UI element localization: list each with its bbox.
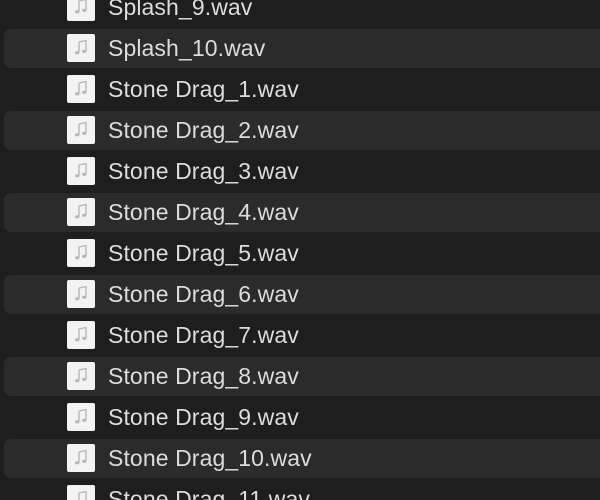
- file-list: Splash_9.wav Splash_10.wav Stone Drag_1.…: [0, 0, 600, 500]
- file-row[interactable]: Stone Drag_9.wav: [0, 397, 600, 438]
- file-row[interactable]: Splash_10.wav: [0, 28, 600, 69]
- file-row[interactable]: Stone Drag_3.wav: [0, 151, 600, 192]
- audio-file-icon: [67, 485, 95, 500]
- file-row[interactable]: Stone Drag_2.wav: [0, 110, 600, 151]
- file-name: Stone Drag_9.wav: [108, 404, 299, 430]
- audio-file-icon: [67, 116, 95, 144]
- file-row[interactable]: Stone Drag_7.wav: [0, 315, 600, 356]
- audio-file-icon: [67, 239, 95, 267]
- file-row[interactable]: Splash_9.wav: [0, 0, 600, 28]
- file-row[interactable]: Stone Drag_1.wav: [0, 69, 600, 110]
- file-name: Stone Drag_3.wav: [108, 158, 299, 184]
- file-row[interactable]: Stone Drag_6.wav: [0, 274, 600, 315]
- audio-file-icon: [67, 34, 95, 62]
- file-name: Stone Drag_8.wav: [108, 363, 299, 389]
- audio-file-icon: [67, 444, 95, 472]
- file-name: Stone Drag_5.wav: [108, 240, 299, 266]
- audio-file-icon: [67, 280, 95, 308]
- audio-file-icon: [67, 403, 95, 431]
- file-name: Splash_9.wav: [108, 0, 253, 20]
- file-row[interactable]: Stone Drag_4.wav: [0, 192, 600, 233]
- file-name: Splash_10.wav: [108, 35, 266, 61]
- audio-file-icon: [67, 0, 95, 21]
- file-name: Stone Drag_2.wav: [108, 117, 299, 143]
- file-row[interactable]: Stone Drag_10.wav: [0, 438, 600, 479]
- file-name: Stone Drag_7.wav: [108, 322, 299, 348]
- file-name: Stone Drag_10.wav: [108, 445, 312, 471]
- audio-file-icon: [67, 321, 95, 349]
- audio-file-icon: [67, 198, 95, 226]
- file-name: Stone Drag_6.wav: [108, 281, 299, 307]
- file-name: Stone Drag_1.wav: [108, 76, 299, 102]
- audio-file-icon: [67, 157, 95, 185]
- file-name: Stone Drag_4.wav: [108, 199, 299, 225]
- file-row[interactable]: Stone Drag_8.wav: [0, 356, 600, 397]
- file-row[interactable]: Stone Drag_5.wav: [0, 233, 600, 274]
- file-name: Stone Drag_11.wav: [108, 486, 311, 500]
- file-row[interactable]: Stone Drag_11.wav: [0, 479, 600, 500]
- audio-file-icon: [67, 75, 95, 103]
- audio-file-icon: [67, 362, 95, 390]
